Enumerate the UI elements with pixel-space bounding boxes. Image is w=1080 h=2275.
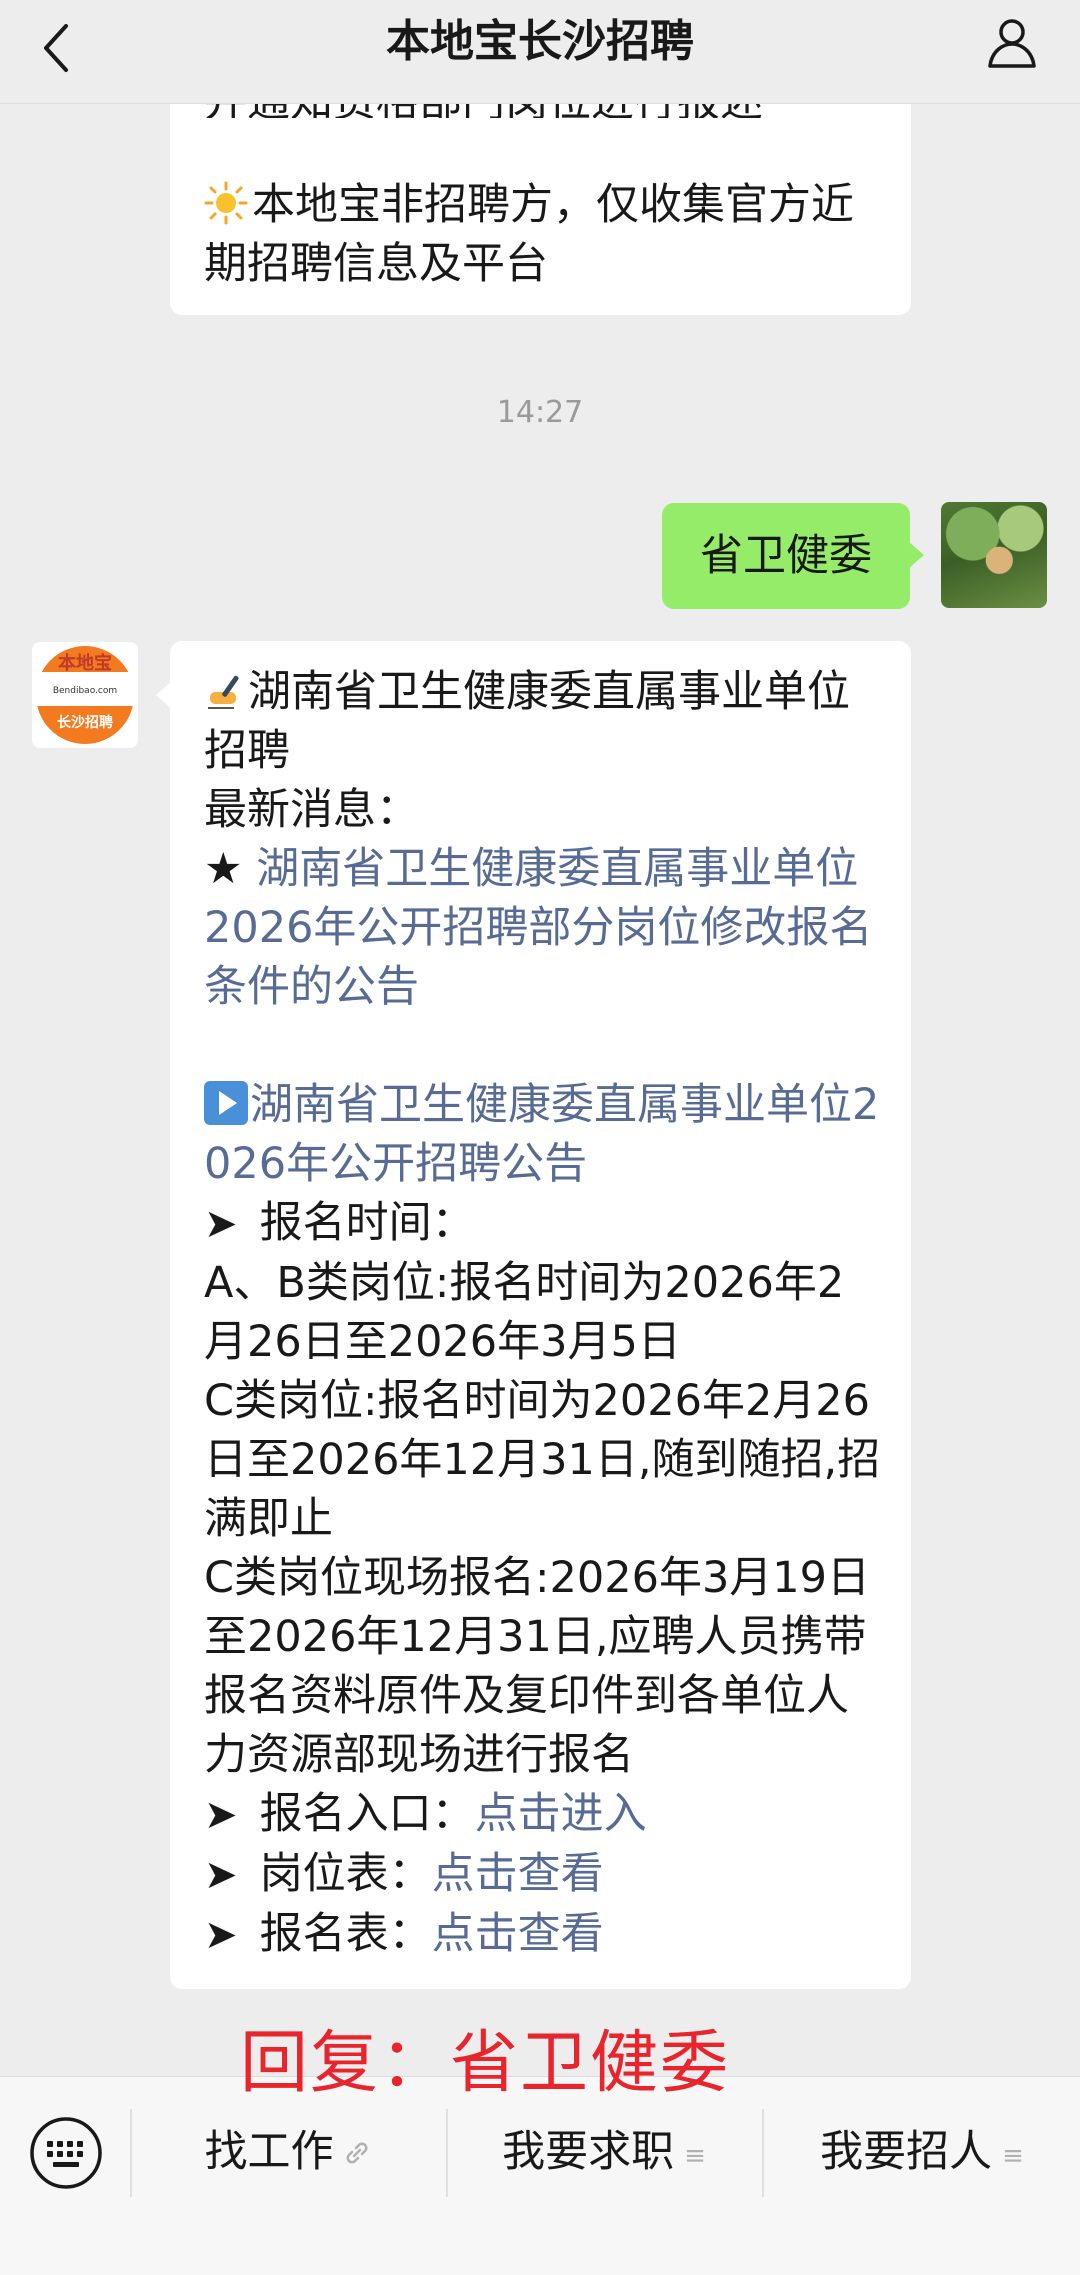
bot-title-line: 湖南省卫生健康委直属事业单位招聘 [204,663,881,781]
reply-hint-overlay: 回复：省卫健委 [240,2024,731,2103]
posts-link[interactable]: 点击查看 [432,1849,604,1899]
latest-announcement-link[interactable]: 湖南省卫生健康委直属事业单位2026年公开招聘部分岗位修改报名条件的公告 [204,844,872,1012]
bottom-menu-bar: 找工作 我要求职 ≡ 我要招人 ≡ [0,2076,1080,2275]
menu-hire-label: 我要招人 [820,2127,993,2177]
entry-line: ➤ 报名入口：点击进入 [204,1785,881,1845]
announce-line: 湖南省卫生健康委直属事业单位2026年公开招聘公告 [204,1076,881,1194]
notice-text: 本地宝非招聘方，仅收集官方近期招聘信息及平台 [204,176,881,294]
bot-avatar[interactable]: 本地宝 Bendibao.com 长沙招聘 [32,642,138,748]
entry-label: 报名入口： [259,1789,475,1839]
user-message-bubble[interactable]: 省卫健委 [662,503,924,609]
reg-time-c: C类岗位:报名时间为2026年2月26日至2026年12月31日,随到随招,招满… [204,1376,881,1544]
menu-find-job[interactable]: 找工作 [132,2107,444,2197]
user-avatar[interactable] [941,502,1047,608]
timestamp: 14:27 [496,395,584,430]
reg-time-label: 报名时间： [259,1198,475,1248]
reg-onsite-c: C类岗位现场报名:2026年3月19日至2026年12月31日,应聘人员携带报名… [204,1553,871,1780]
link-icon [346,2142,367,2164]
menu-hire[interactable]: 我要招人 ≡ [764,2107,1080,2197]
play-button-emoji-icon [204,1081,248,1125]
form-label: 报名表： [259,1909,432,1959]
arrow-icon: ➤ [204,1852,238,1898]
user-message-text: 省卫健委 [700,531,872,581]
menu-seek-job[interactable]: 我要求职 ≡ [448,2107,760,2197]
reg-time-heading: ➤ 报名时间： [204,1194,881,1254]
logo-text: 本地宝 [58,653,112,674]
chat-area[interactable]: 并通知资格部门岗位进行报述 本地宝非招聘方，仅收集官方近期招聘信息及平台 14:… [0,103,1080,2073]
posts-label: 岗位表： [259,1849,432,1899]
latest-line: ★ 湖南省卫生健康委直属事业单位2026年公开招聘部分岗位修改报名条件的公告 [204,840,881,1017]
chat-header: 本地宝长沙招聘 [0,0,1080,104]
arrow-icon: ➤ [204,1792,238,1838]
arrow-icon: ➤ [204,1201,238,1247]
logo-subtext: Bendibao.com [52,686,118,696]
form-line: ➤ 报名表：点击查看 [204,1905,881,1965]
latest-label: 最新消息： [204,785,419,835]
keyboard-icon[interactable] [28,2115,104,2191]
posts-line: ➤ 岗位表：点击查看 [204,1845,881,1905]
entry-link[interactable]: 点击进入 [475,1789,647,1839]
form-link[interactable]: 点击查看 [432,1909,604,1959]
menu-seek-job-label: 我要求职 [502,2127,675,2177]
reg-time-ab: A、B类岗位:报名时间为2026年2月26日至2026年3月5日 [204,1258,845,1367]
writing-hand-emoji-icon [208,675,239,709]
bubble-tail [156,681,172,709]
person-icon[interactable] [982,12,1042,72]
bubble-tail [908,541,924,569]
bot-message-bubble[interactable]: 湖南省卫生健康委直属事业单位招聘 最新消息： ★ 湖南省卫生健康委直属事业单位2… [156,641,911,1989]
logo-city: 长沙招聘 [57,715,113,731]
star-icon: ★ [204,844,243,894]
menu-list-icon: ≡ [1002,2141,1024,2171]
notice-label: 本地宝非招聘方，仅收集官方近期招聘信息及平台 [204,180,854,289]
menu-find-job-label: 找工作 [204,2127,334,2177]
chat-title: 本地宝长沙招聘 [386,16,694,67]
arrow-icon: ➤ [204,1912,238,1958]
message-bubble-notice[interactable]: 并通知资格部门岗位进行报述 本地宝非招聘方，仅收集官方近期招聘信息及平台 [170,103,911,315]
menu-list-icon: ≡ [684,2141,706,2171]
bot-title: 湖南省卫生健康委直属事业单位招聘 [204,667,850,776]
announcement-link[interactable]: 湖南省卫生健康委直属事业单位2026年公开招聘公告 [204,1080,879,1189]
sun-emoji-icon [204,181,248,225]
partial-text: 并通知资格部门岗位进行报述 [204,103,881,118]
